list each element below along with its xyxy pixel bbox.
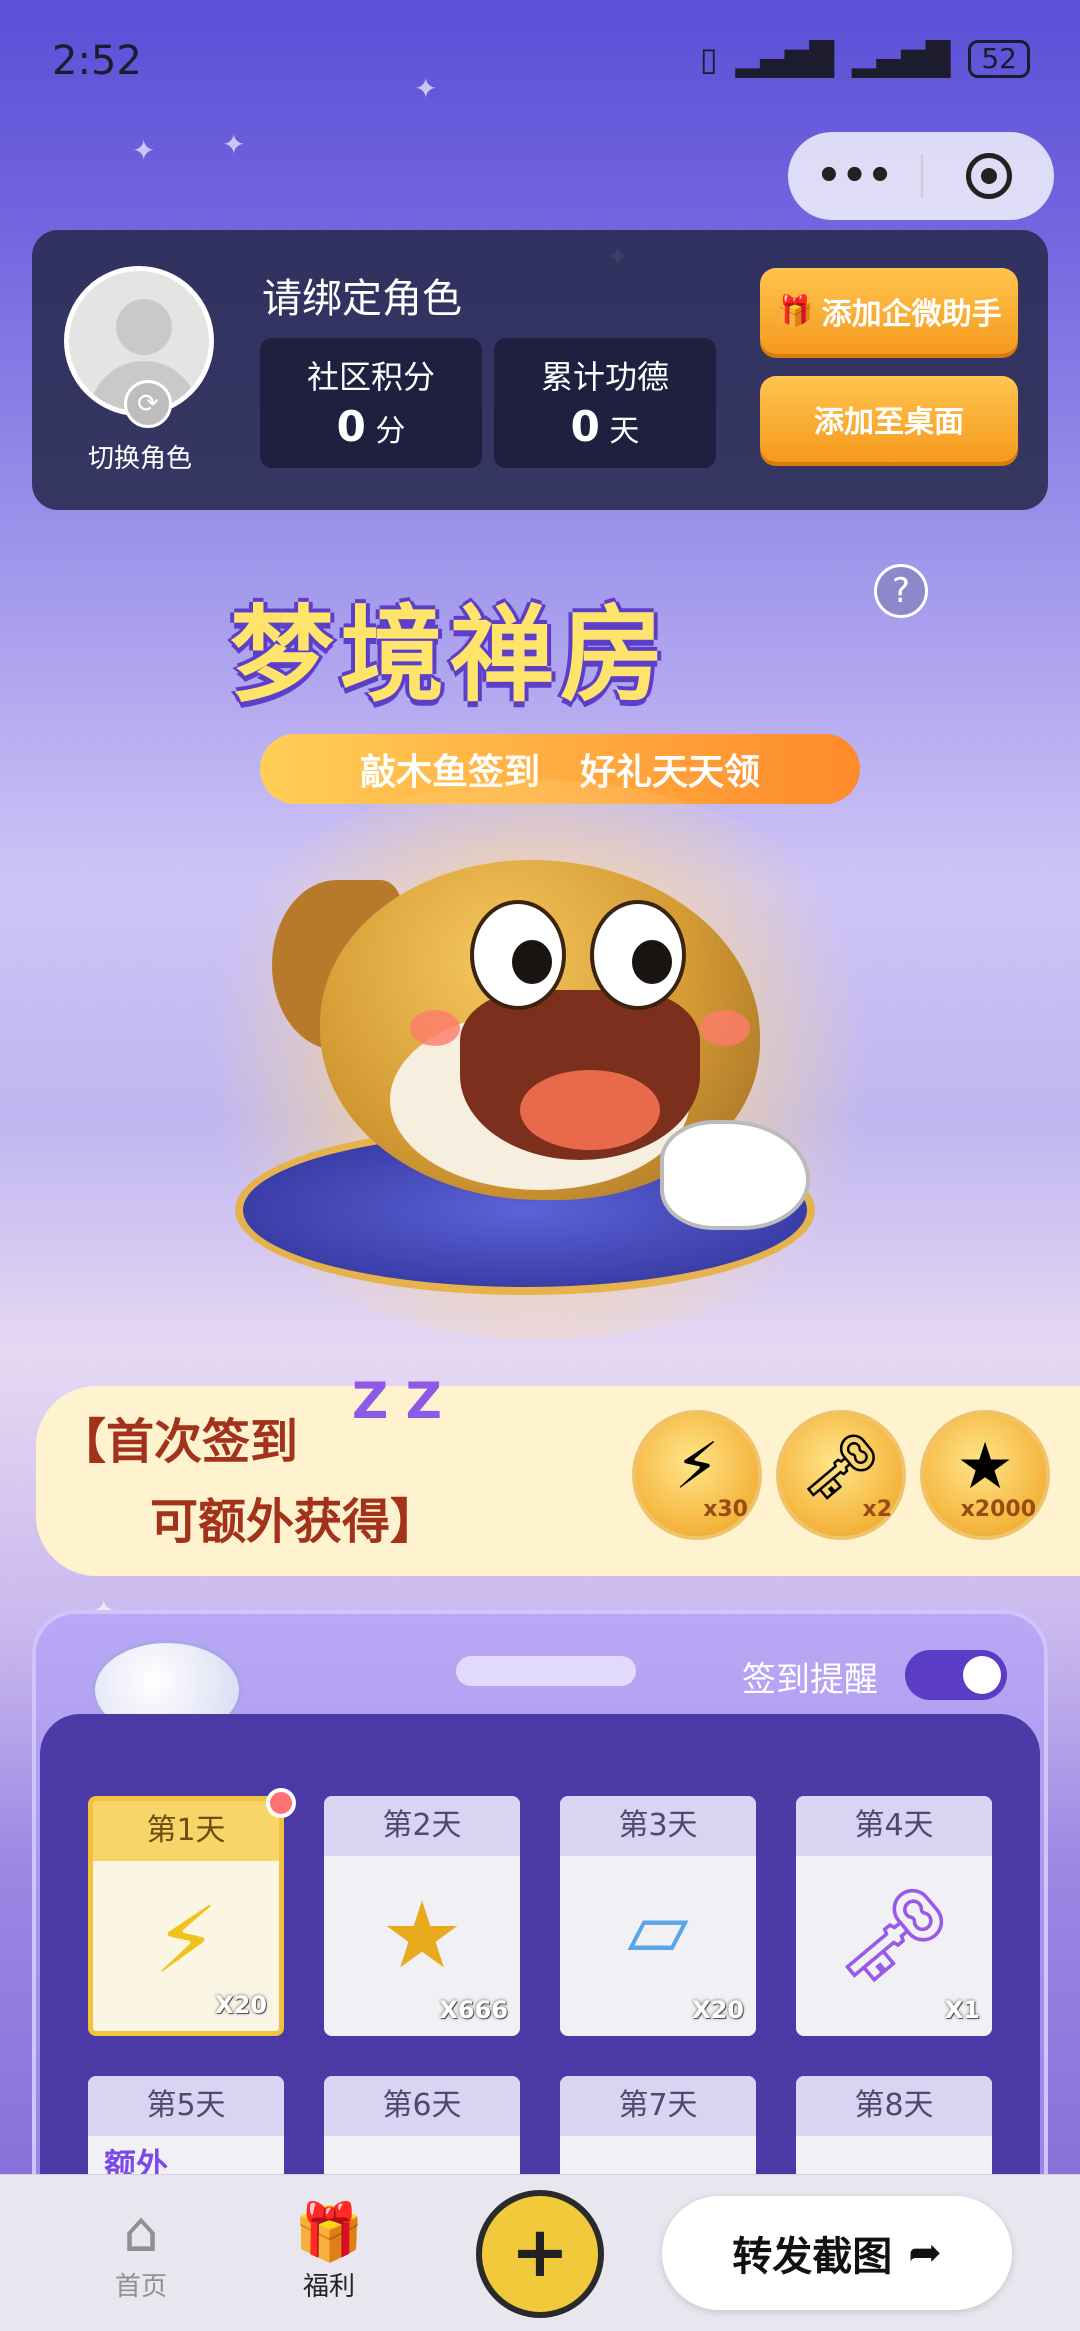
close-miniprogram-button[interactable] <box>923 153 1054 199</box>
day-card-3[interactable]: 第3天 ▱ X20 <box>560 1796 756 2036</box>
more-menu-icon[interactable]: ••• <box>788 153 921 199</box>
share-arrow-icon: ➦ <box>908 2230 942 2276</box>
target-icon <box>965 153 1012 199</box>
first-signin-line1: 【首次签到 <box>58 1414 299 1470</box>
lightning-icon: ⚡ <box>674 1430 720 1504</box>
day-reward-count: X1 <box>944 1996 980 2024</box>
nav-home-label: 首页 <box>114 2272 167 2302</box>
sleep-zz-icon: Z Z <box>352 1372 442 1430</box>
stat-unit: 天 <box>609 414 640 449</box>
key-icon: 🗝 <box>800 1431 882 1505</box>
day-card-2[interactable]: 第2天 ★ X666 <box>324 1796 520 2036</box>
reward-coin: ★ x2000 <box>920 1410 1050 1540</box>
day-label: 第3天 <box>560 1796 756 1856</box>
add-to-desktop-button[interactable]: 添加至桌面 <box>760 376 1018 462</box>
stat-unit: 分 <box>375 414 406 449</box>
panel-handle <box>456 1656 636 1686</box>
status-bar: 2:52 ▯ ▂▄▆█ ▂▄▆█ 52 <box>0 0 1080 120</box>
share-screenshot-button[interactable]: 转发截图 ➦ <box>662 2196 1012 2310</box>
merit-stat: 累计功德 0 天 <box>494 338 716 468</box>
day-label: 第2天 <box>324 1796 520 1856</box>
key-icon: 🗝 <box>835 1882 953 1989</box>
reminder-toggle[interactable] <box>905 1650 1007 1700</box>
plus-button[interactable]: + <box>476 2190 604 2318</box>
day-label: 第6天 <box>324 2076 520 2136</box>
day-label: 第5天 <box>88 2076 284 2136</box>
first-signin-line2: 可额外获得】 <box>150 1494 439 1550</box>
map-icon: ▱ <box>627 1882 689 1975</box>
gift-icon: 🎁 <box>776 293 814 329</box>
battery-icon: 52 <box>968 40 1030 78</box>
stat-label: 社区积分 <box>306 358 435 396</box>
reminder-label: 签到提醒 <box>742 1660 878 1700</box>
day-label: 第4天 <box>796 1796 992 1856</box>
profile-card: ⟳ 切换角色 请绑定角色 社区积分 0 分 累计功德 0 天 🎁 添加企微助手 … <box>32 230 1048 510</box>
status-time: 2:52 <box>52 38 142 84</box>
coin-icon: ★ <box>956 1430 1014 1504</box>
lightning-icon: ⚡ <box>153 1887 219 1994</box>
reward-key: 🗝 x2 <box>776 1410 906 1540</box>
day-label: 第7天 <box>560 2076 756 2136</box>
signal-icon: ▂▄▆█ <box>735 40 834 78</box>
notification-dot <box>266 1788 296 1818</box>
stat-value: 0 <box>336 402 366 451</box>
day-card-1[interactable]: 第1天 ⚡ X20 <box>88 1796 284 2036</box>
day-reward-count: X666 <box>439 1996 508 2024</box>
star-icon: ✦ <box>222 128 246 161</box>
day-label: 第8天 <box>796 2076 992 2136</box>
switch-role-label[interactable]: 切换角色 <box>52 438 228 475</box>
signal-icon: ▂▄▆█ <box>851 40 951 78</box>
bind-role-prompt[interactable]: 请绑定角色 <box>262 266 462 324</box>
share-label: 转发截图 <box>732 2234 893 2280</box>
reward-lightning: ⚡ x30 <box>632 1410 762 1540</box>
day-card-4[interactable]: 第4天 🗝 X1 <box>796 1796 992 2036</box>
coin-icon: ★ <box>380 1882 464 1989</box>
gift-icon: 🎁 <box>294 2200 364 2265</box>
vibrate-icon: ▯ <box>699 40 718 78</box>
community-points-stat: 社区积分 0 分 <box>260 338 482 468</box>
day-reward-count: X20 <box>215 1991 267 2019</box>
add-assistant-button[interactable]: 🎁 添加企微助手 <box>760 268 1018 354</box>
home-icon: ⌂ <box>123 2200 159 2265</box>
nav-home[interactable]: ⌂ 首页 <box>66 2200 216 2303</box>
stat-label: 累计功德 <box>540 358 669 396</box>
stat-value: 0 <box>570 402 600 451</box>
help-icon[interactable]: ? <box>874 564 928 618</box>
day-reward-count: X20 <box>692 1996 744 2024</box>
banner-title: 梦境禅房 <box>230 594 671 716</box>
status-icons: ▯ ▂▄▆█ ▂▄▆█ 52 <box>700 40 1030 78</box>
day-label: 第1天 <box>93 1801 279 1861</box>
nav-welfare-label: 福利 <box>302 2272 355 2302</box>
switch-role-icon[interactable]: ⟳ <box>124 380 172 428</box>
miniprogram-capsule: ••• <box>788 132 1054 220</box>
star-icon: ✦ <box>132 134 156 167</box>
nav-welfare[interactable]: 🎁 福利 <box>254 2200 404 2303</box>
